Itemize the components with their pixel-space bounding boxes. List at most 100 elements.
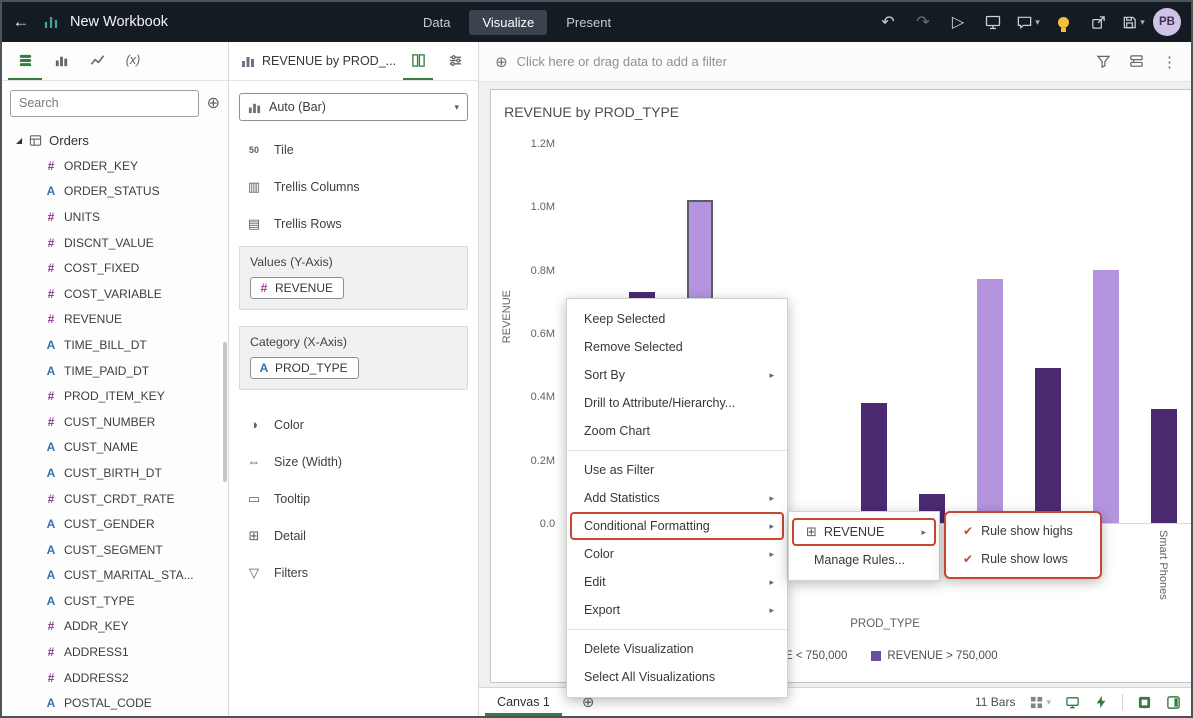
menu-item[interactable]: Conditional Formatting ▸ [570,512,784,540]
menu-item[interactable]: Sort By ▸ [570,361,784,389]
submenu-arrow-icon: ▸ [769,492,774,503]
menu-item[interactable]: Export ▸ [570,596,784,624]
mode-tab-data[interactable]: Data [410,10,463,35]
menu-item[interactable]: Color ▸ [570,540,784,568]
field-item[interactable]: # ORDER_KEY [2,153,228,179]
redo-button[interactable]: ↷ [909,8,937,36]
drop-target-trellis-rows[interactable]: ▤ Trellis Rows [239,205,468,242]
menu-item[interactable]: Keep Selected [570,305,784,333]
visualization-settings-icon[interactable] [1129,54,1144,69]
insights-bulb-button[interactable] [1049,8,1077,36]
field-item[interactable]: # ADDRESS2 [2,665,228,691]
grammar-slots-bottom: ◑ Color ⇔ Size (Width) ▭ Tooltip ⊞ Detail ▽ Filte… [239,406,468,591]
field-item[interactable]: # REVENUE [2,307,228,333]
field-name: PROD_ITEM_KEY [64,389,165,404]
bar-item-8[interactable] [977,279,1004,523]
open-in-new-button[interactable] [1084,8,1112,36]
bar-smart-phones[interactable] [1151,409,1178,523]
field-name: CUST_NAME [64,440,139,455]
attribute-icon: A [46,593,56,608]
bar-item-6[interactable] [861,403,888,523]
field-item[interactable]: # PROD_ITEM_KEY [2,383,228,409]
tab-visualizations[interactable] [44,42,78,80]
submenu-item[interactable]: ⊞ REVENUE ▸ [792,518,936,546]
menu-item[interactable]: Edit ▸ [570,568,784,596]
tab-properties[interactable] [440,42,470,80]
category-drop-zone[interactable]: Category (X-Axis) A PROD_TYPE [239,326,469,390]
field-item[interactable]: A CUST_GENDER [2,511,228,537]
values-drop-zone[interactable]: Values (Y-Axis) # REVENUE [239,246,469,310]
save-button[interactable]: ▾ [1119,8,1147,36]
field-item[interactable]: A TIME_BILL_DT [2,332,228,358]
field-item[interactable]: A CUST_BIRTH_DT [2,460,228,486]
dataset-orders[interactable]: ◢ Orders [2,127,228,153]
field-item[interactable]: # CUST_NUMBER [2,409,228,435]
comments-button[interactable]: ▾ [1014,8,1042,36]
field-item[interactable]: # ADDRESS1 [2,639,228,665]
drop-target-tile[interactable]: 50 Tile [239,131,468,168]
field-item[interactable]: # COST_FIXED [2,255,228,281]
menu-item-label: Select All Visualizations [584,670,716,684]
left-panel-scrollbar[interactable] [223,342,227,482]
pill-prod-type[interactable]: A PROD_TYPE [250,357,359,379]
add-filter-icon[interactable]: ⊕ [495,53,508,71]
field-item[interactable]: A CUST_MARITAL_STA... [2,563,228,589]
run-button[interactable]: ▷ [944,8,972,36]
field-item[interactable]: A CUST_NAME [2,435,228,461]
panel-toggle[interactable] [1166,695,1181,710]
menu-item[interactable]: Drill to Attribute/Hierarchy... [570,389,784,417]
drop-target-detail[interactable]: ⊞ Detail [239,517,468,554]
canvas-layout-dropdown[interactable]: ▾ [1029,695,1051,710]
canvas-tab[interactable]: Canvas 1 [479,688,568,716]
pill-revenue[interactable]: # REVENUE [250,277,345,299]
legend-item[interactable]: REVENUE > 750,000 [871,650,998,662]
field-item[interactable]: # UNITS [2,204,228,230]
field-item[interactable]: # COST_VARIABLE [2,281,228,307]
menu-item[interactable]: Delete Visualization [570,635,784,663]
display-mode-icon[interactable] [1065,695,1080,710]
field-item[interactable]: A POSTAL_CODE [2,690,228,716]
rule-item[interactable]: ✔ Rule show lows [949,545,1097,573]
submenu-item[interactable]: Manage Rules... [792,546,936,574]
back-button[interactable]: ← [2,2,40,42]
measure-icon: # [47,261,55,276]
menu-item[interactable]: Add Statistics ▸ [570,484,784,512]
tab-data-elements[interactable] [8,42,42,80]
chart-type-dropdown[interactable]: Auto (Bar) ▾ [239,93,469,121]
field-item[interactable]: # CUST_CRDT_RATE [2,486,228,512]
user-avatar[interactable]: PB [1153,8,1181,36]
mode-tab-visualize[interactable]: Visualize [469,9,548,35]
present-icon[interactable] [979,8,1007,36]
field-item[interactable]: A CUST_TYPE [2,588,228,614]
menu-item[interactable]: Zoom Chart [570,417,784,445]
field-item[interactable]: A ORDER_STATUS [2,179,228,205]
field-item[interactable]: A TIME_PAID_DT [2,358,228,384]
tab-grammar[interactable] [403,42,434,80]
field-item[interactable]: A CUST_SEGMENT [2,537,228,563]
filter-funnel-icon[interactable] [1096,54,1111,69]
tab-analytics[interactable] [80,42,114,80]
drop-target-size[interactable]: ⇔ Size (Width) [239,443,468,480]
add-dataset-button[interactable]: ⊕ [207,93,220,113]
bar-item-10[interactable] [1093,270,1120,523]
mode-tab-present[interactable]: Present [553,10,624,35]
drop-target-color[interactable]: ◑ Color [239,406,468,443]
filter-prompt[interactable]: Click here or drag data to add a filter [517,54,727,69]
drop-target-tooltip[interactable]: ▭ Tooltip [239,480,468,517]
auto-refresh-icon[interactable] [1094,695,1108,709]
menu-item[interactable]: Remove Selected [570,333,784,361]
menu-item-label: Remove Selected [584,340,683,354]
drop-target-trellis-columns[interactable]: ▥ Trellis Columns [239,168,468,205]
field-item[interactable]: # DISCNT_VALUE [2,230,228,256]
bar-item-9[interactable] [1035,368,1062,523]
search-input[interactable] [10,89,199,117]
field-item[interactable]: # ADDR_KEY [2,614,228,640]
menu-item[interactable]: Select All Visualizations [570,663,784,691]
undo-button[interactable]: ↶ [874,8,902,36]
tab-calculations[interactable]: (x) [116,42,150,80]
fit-canvas-toggle[interactable] [1137,695,1152,710]
drop-target-filters[interactable]: ▽ Filters [239,554,468,591]
kebab-menu-icon[interactable]: ⋮ [1162,53,1177,71]
menu-item[interactable]: Use as Filter [570,456,784,484]
rule-item[interactable]: ✔ Rule show highs [949,517,1097,545]
